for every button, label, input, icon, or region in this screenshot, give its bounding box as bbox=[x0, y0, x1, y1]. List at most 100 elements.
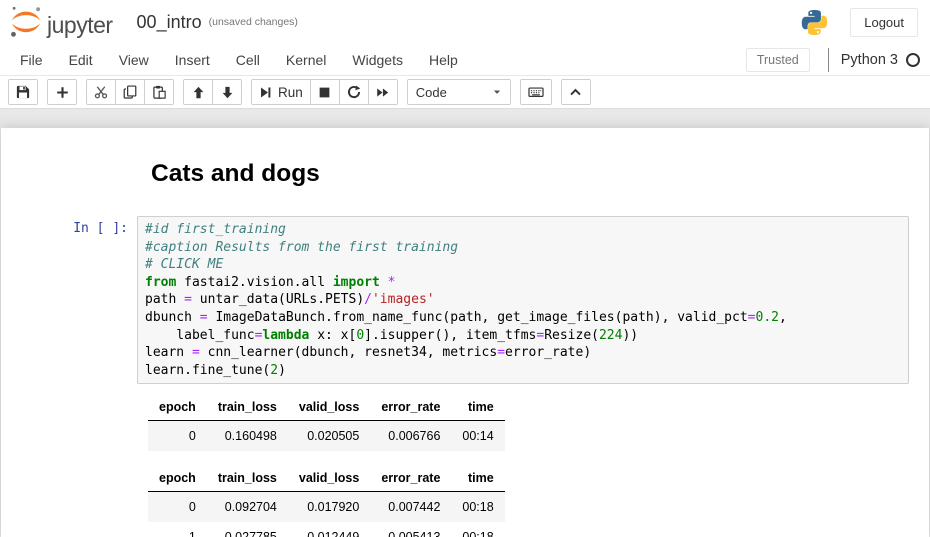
toolbar-group-insert bbox=[47, 79, 77, 105]
menu-help[interactable]: Help bbox=[416, 46, 471, 74]
jupyter-logo-icon bbox=[8, 4, 44, 40]
cell-type-select[interactable]: Code bbox=[407, 79, 511, 105]
restart-icon bbox=[347, 85, 361, 99]
code-cell: In [ ]: #id first_training#caption Resul… bbox=[1, 216, 929, 384]
table-row: 00.0927040.0179200.00744200:18 bbox=[148, 492, 505, 523]
toolbar-group-edit bbox=[86, 79, 174, 105]
table-cell: 0 bbox=[148, 492, 207, 523]
code-line: #caption Results from the first training bbox=[145, 239, 908, 257]
table-column-header: error_rate bbox=[370, 465, 451, 492]
toolbar-group-move bbox=[183, 79, 242, 105]
table-column-header: time bbox=[451, 394, 504, 421]
app-header: jupyter 00_intro (unsaved changes) Logou… bbox=[0, 0, 930, 44]
insert-cell-button[interactable] bbox=[47, 79, 77, 105]
jupyter-logo[interactable]: jupyter bbox=[8, 4, 113, 40]
notebook-title[interactable]: 00_intro bbox=[137, 7, 202, 37]
table-column-header: valid_loss bbox=[288, 465, 370, 492]
code-line: from fastai2.vision.all import * bbox=[145, 274, 908, 292]
menu-cell[interactable]: Cell bbox=[223, 46, 273, 74]
floppy-disk-icon bbox=[16, 85, 30, 99]
toolbar-group-run: Run bbox=[251, 79, 398, 105]
code-line: learn = cnn_learner(dbunch, resnet34, me… bbox=[145, 344, 908, 362]
table-column-header: epoch bbox=[148, 465, 207, 492]
move-cell-up-button[interactable] bbox=[183, 79, 213, 105]
interrupt-kernel-button[interactable] bbox=[310, 79, 340, 105]
table-cell: 0.012449 bbox=[288, 522, 370, 537]
code-line: #id first_training bbox=[145, 221, 908, 239]
paste-icon bbox=[152, 85, 166, 99]
restart-kernel-button[interactable] bbox=[339, 79, 369, 105]
trusted-badge[interactable]: Trusted bbox=[746, 48, 810, 72]
code-line: learn.fine_tune(2) bbox=[145, 362, 908, 380]
menubar: File Edit View Insert Cell Kernel Widget… bbox=[0, 44, 930, 76]
collapse-toolbar-button[interactable] bbox=[561, 79, 591, 105]
code-editor[interactable]: #id first_training#caption Results from … bbox=[137, 216, 909, 384]
paste-cells-button[interactable] bbox=[144, 79, 174, 105]
menu-widgets[interactable]: Widgets bbox=[339, 46, 416, 74]
menu-file[interactable]: File bbox=[10, 46, 56, 74]
stop-icon bbox=[318, 86, 331, 99]
table-cell: 00:14 bbox=[451, 421, 504, 452]
table-column-header: time bbox=[451, 465, 504, 492]
step-forward-icon bbox=[259, 86, 272, 99]
training-results-table-1: epochtrain_lossvalid_losserror_ratetime0… bbox=[148, 394, 505, 451]
save-button[interactable] bbox=[8, 79, 38, 105]
jupyter-wordmark: jupyter bbox=[47, 10, 113, 40]
keyboard-icon bbox=[528, 85, 544, 99]
menu-edit[interactable]: Edit bbox=[56, 46, 106, 74]
run-cell-button[interactable]: Run bbox=[251, 79, 311, 105]
markdown-heading: Cats and dogs bbox=[151, 160, 929, 188]
menu-kernel[interactable]: Kernel bbox=[273, 46, 339, 74]
python-logo-icon bbox=[801, 9, 828, 36]
toolbar: Run Code bbox=[0, 76, 930, 109]
code-line: dbunch = ImageDataBunch.from_name_func(p… bbox=[145, 309, 908, 327]
logout-button[interactable]: Logout bbox=[850, 8, 918, 37]
arrow-up-icon bbox=[192, 86, 205, 99]
command-palette-button[interactable] bbox=[520, 79, 552, 105]
toolbar-group-celltype: Code bbox=[407, 79, 511, 105]
table-cell: 0.005413 bbox=[370, 522, 451, 537]
table-column-header: train_loss bbox=[207, 465, 288, 492]
code-line: label_func=lambda x: x[0].isupper(), ite… bbox=[145, 327, 908, 345]
table-column-header: epoch bbox=[148, 394, 207, 421]
table-cell: 0.092704 bbox=[207, 492, 288, 523]
table-cell: 0.020505 bbox=[288, 421, 370, 452]
code-line: path = untar_data(URLs.PETS)/'images' bbox=[145, 291, 908, 309]
move-cell-down-button[interactable] bbox=[212, 79, 242, 105]
table-cell: 0.006766 bbox=[370, 421, 451, 452]
toolbar-group-palette bbox=[520, 79, 552, 105]
kernel-separator bbox=[828, 48, 829, 72]
table-cell: 0.160498 bbox=[207, 421, 288, 452]
page-background-band bbox=[0, 109, 930, 128]
restart-run-all-button[interactable] bbox=[368, 79, 398, 105]
arrow-down-icon bbox=[221, 86, 234, 99]
kernel-name: Python 3 bbox=[841, 52, 898, 68]
run-button-label: Run bbox=[278, 85, 303, 100]
table-column-header: train_loss bbox=[207, 394, 288, 421]
table-cell: 00:18 bbox=[451, 492, 504, 523]
menu-insert[interactable]: Insert bbox=[162, 46, 223, 74]
toolbar-group-save bbox=[8, 79, 38, 105]
chevron-up-icon bbox=[569, 86, 582, 99]
code-line: # CLICK ME bbox=[145, 256, 908, 274]
cell-input-prompt: In [ ]: bbox=[1, 216, 137, 384]
copy-cells-button[interactable] bbox=[115, 79, 145, 105]
plus-icon bbox=[56, 86, 69, 99]
table-cell: 00:18 bbox=[451, 522, 504, 537]
table-cell: 0.017920 bbox=[288, 492, 370, 523]
copy-icon bbox=[123, 85, 137, 99]
toolbar-group-collapse bbox=[561, 79, 591, 105]
table-row: 00.1604980.0205050.00676600:14 bbox=[148, 421, 505, 452]
table-cell: 0.007442 bbox=[370, 492, 451, 523]
table-column-header: error_rate bbox=[370, 394, 451, 421]
table-row: 10.0277850.0124490.00541300:18 bbox=[148, 522, 505, 537]
notebook-container: Cats and dogs In [ ]: #id first_training… bbox=[1, 128, 929, 537]
cell-type-value: Code bbox=[416, 85, 447, 100]
table-column-header: valid_loss bbox=[288, 394, 370, 421]
scissors-icon bbox=[94, 85, 108, 99]
kernel-idle-icon bbox=[906, 53, 920, 67]
training-results-table-2: epochtrain_lossvalid_losserror_ratetime0… bbox=[148, 465, 505, 537]
table-cell: 1 bbox=[148, 522, 207, 537]
menu-view[interactable]: View bbox=[106, 46, 162, 74]
cut-cells-button[interactable] bbox=[86, 79, 116, 105]
